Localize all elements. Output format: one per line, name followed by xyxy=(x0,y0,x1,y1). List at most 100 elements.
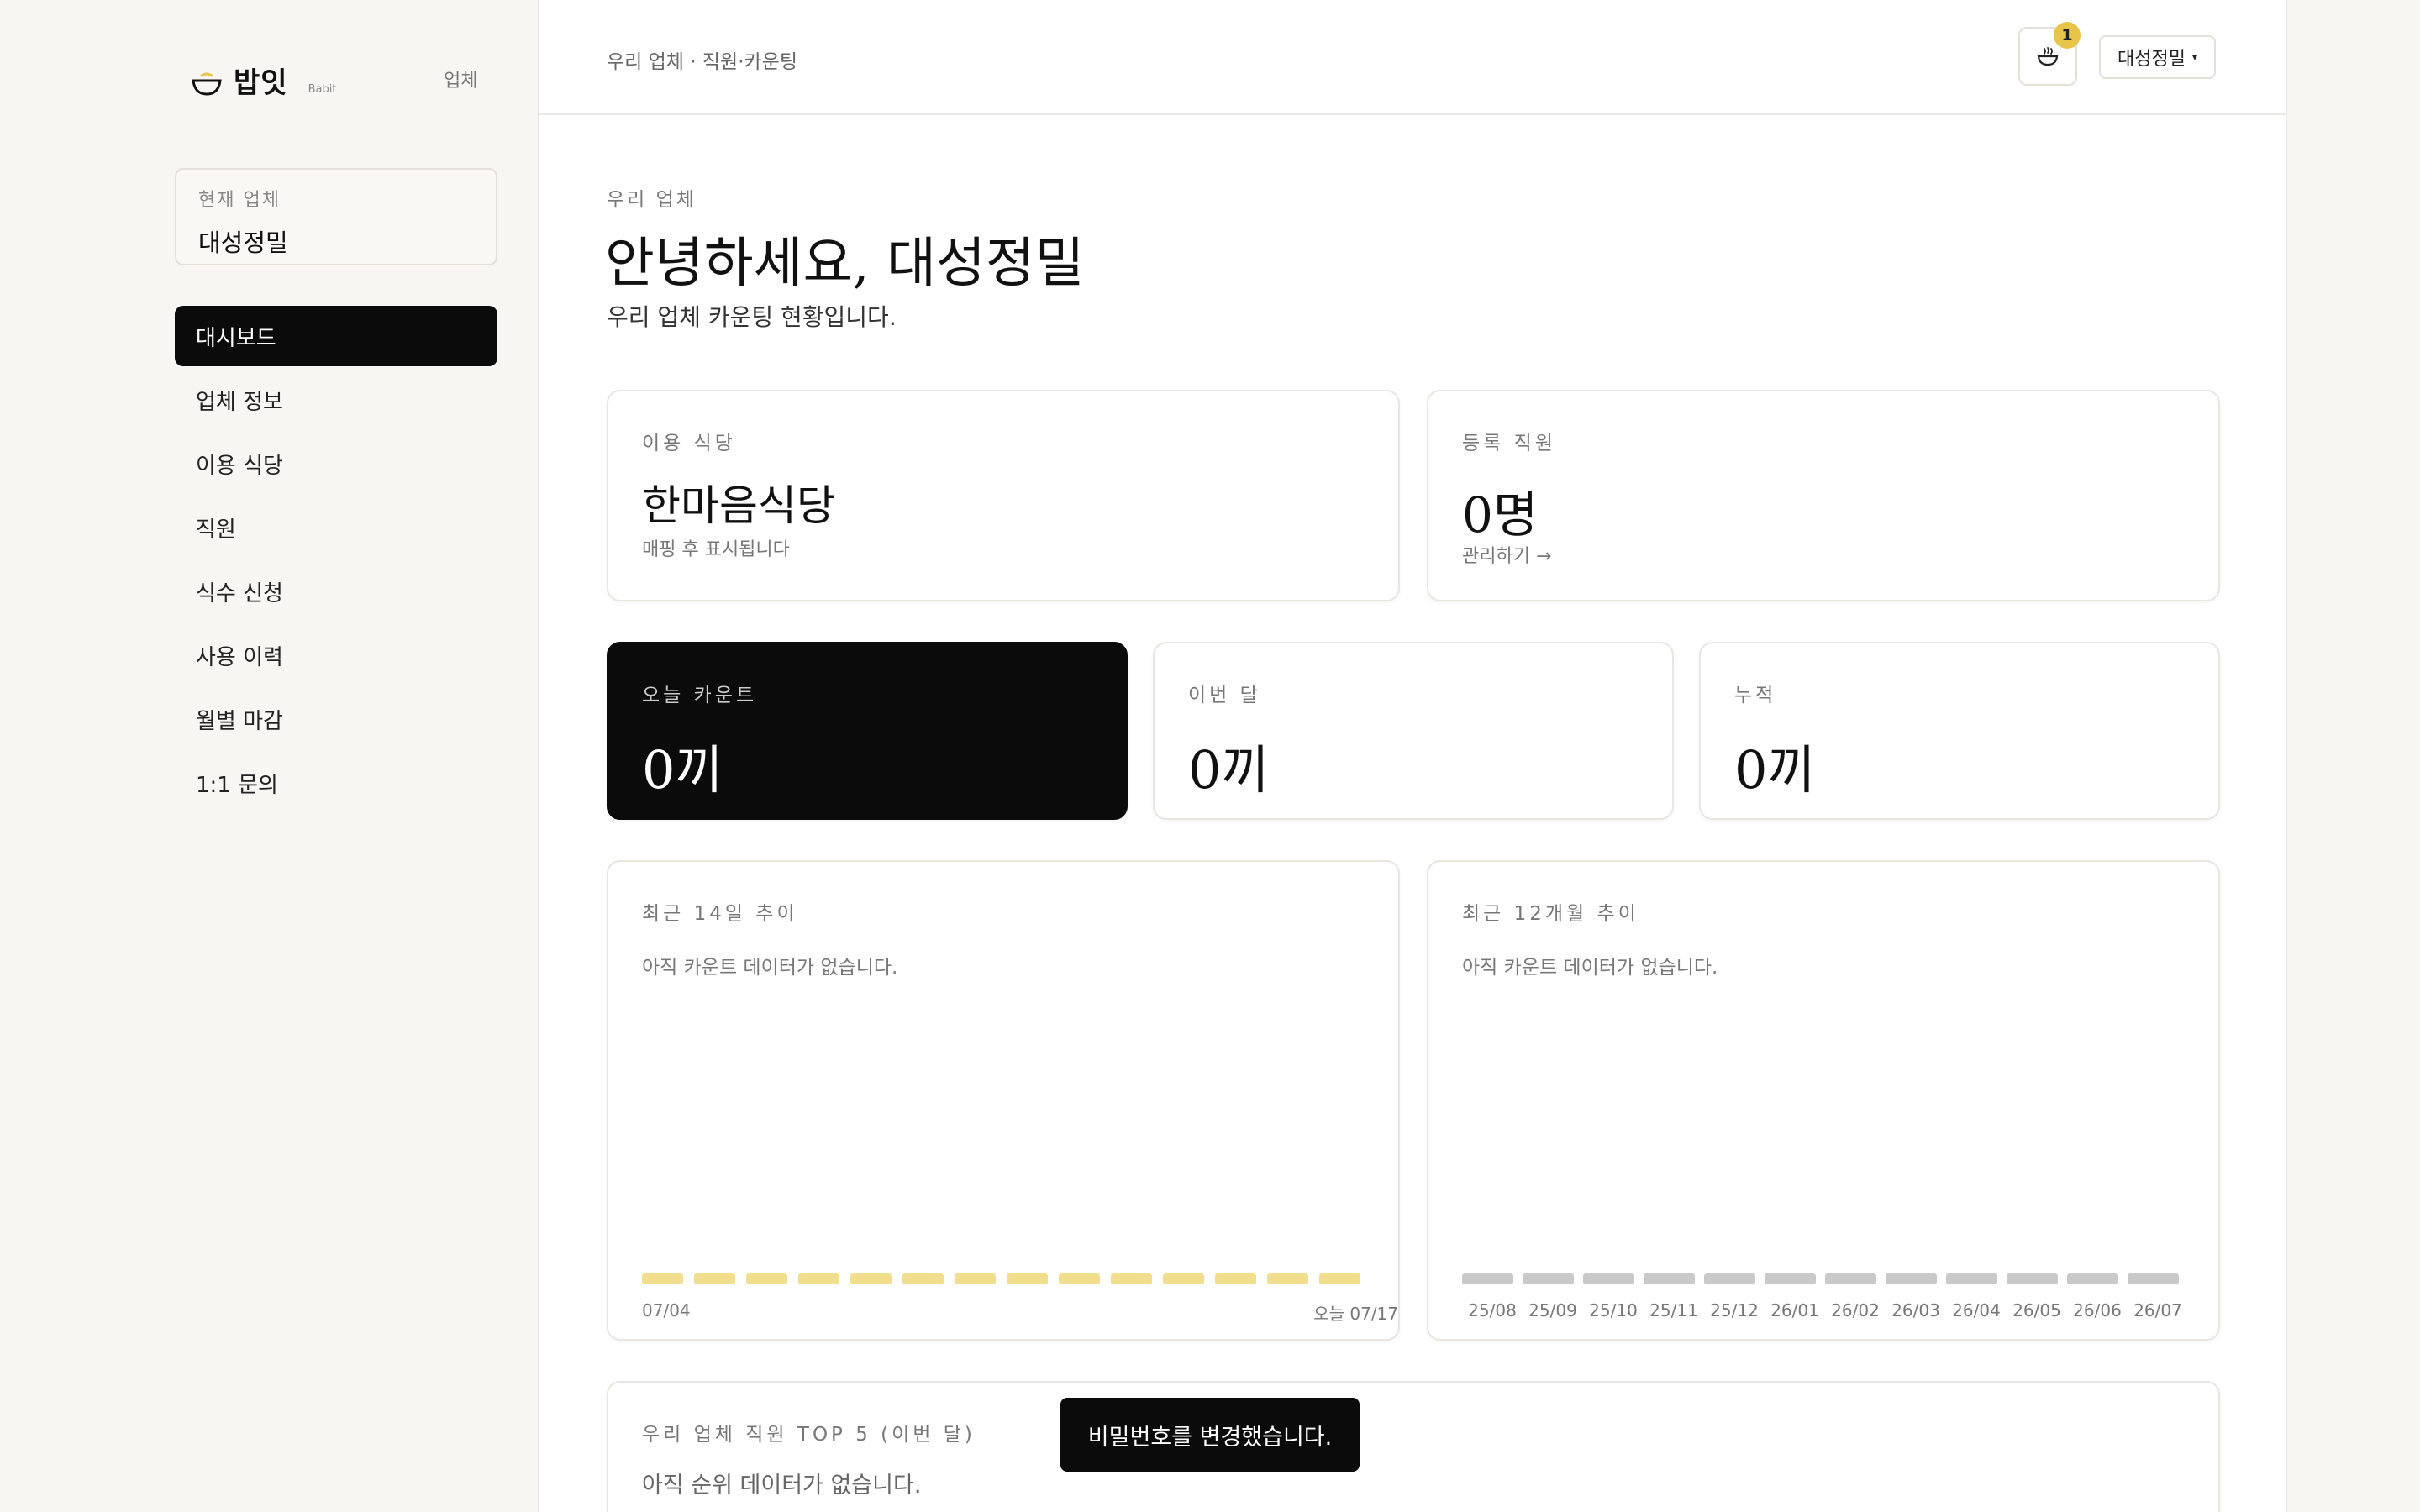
ranking-empty: 아직 순위 데이터가 없습니다. xyxy=(642,1473,922,1499)
sidebar-item-dashboard[interactable]: 대시보드 xyxy=(175,306,497,366)
ranking-title: 우리 업체 직원 TOP 5 (이번 달) xyxy=(642,1424,976,1446)
restaurant-card: 이용 식당 한마음식당 매핑 후 표시됩니다 xyxy=(607,390,1400,601)
current-company-name: 대성정밀 xyxy=(198,228,288,257)
chart-12-months-card: 최근 12개월 추이 아직 카운트 데이터가 없습니다. 25/08 25/09 2… xyxy=(1427,860,2220,1341)
current-company-label: 현재 업체 xyxy=(198,190,281,211)
today-count-card: 오늘 카운트 0끼 xyxy=(607,642,1128,820)
restaurant-card-label: 이용 식당 xyxy=(642,433,736,454)
chart-14-days-bar-07-14 xyxy=(1163,1273,1204,1284)
restaurant-card-value: 한마음식당 xyxy=(642,481,835,530)
chart-12-months-bar-25-08 xyxy=(1462,1273,1513,1284)
sidebar-item-inquiry[interactable]: 1:1 문의 xyxy=(175,753,497,813)
brand-subtitle: Babit xyxy=(308,83,337,96)
chart-14-days-axis: 07/04 오늘 07/17 xyxy=(642,1300,1398,1325)
chart-12-months-tick-26-04: 26/04 xyxy=(1952,1300,2001,1320)
chart-12-months-bar-26-01 xyxy=(1765,1273,1816,1284)
chart-14-days-bar-07-17 xyxy=(1319,1273,1360,1284)
manage-employees-link[interactable]: 관리하기 → xyxy=(1462,541,1551,568)
employees-card-value: 0명 xyxy=(1462,486,1539,543)
chart-12-months-tick-26-01: 26/01 xyxy=(1770,1300,1819,1320)
page-subtitle: 우리 업체 카운팅 현황입니다. xyxy=(607,303,897,331)
toast-message: 비밀번호를 변경했습니다. xyxy=(1060,1398,1360,1472)
notification-button[interactable]: 1 xyxy=(2018,22,2081,86)
chart-12-months-bar-25-12 xyxy=(1704,1273,1755,1284)
chart-12-months-bar-26-04 xyxy=(1946,1273,1997,1284)
chart-14-days-empty: 아직 카운트 데이터가 없습니다. xyxy=(642,957,898,979)
month-count-label: 이번 달 xyxy=(1188,685,1261,706)
total-count-value: 0끼 xyxy=(1734,739,1816,801)
chart-12-months-tick-25-11: 25/11 xyxy=(1649,1300,1698,1320)
account-dropdown[interactable]: 대성정밀 ▾ xyxy=(2099,35,2216,79)
chart-12-months-tick-26-05: 26/05 xyxy=(2012,1300,2061,1320)
chart-14-days-bar-07-04 xyxy=(642,1273,683,1284)
chart-12-months-tick-25-08: 25/08 xyxy=(1468,1300,1517,1320)
chart-12-months-empty: 아직 카운트 데이터가 없습니다. xyxy=(1462,957,1718,979)
notification-badge: 1 xyxy=(2054,22,2081,49)
chart-14-days-bar-07-06 xyxy=(746,1273,787,1284)
chart-12-months-bar-25-09 xyxy=(1523,1273,1574,1284)
chart-12-months-axis: 25/08 25/09 25/10 25/11 25/12 26/01 26/02 26/03… xyxy=(1462,1300,2188,1320)
chart-14-days-bar-07-13 xyxy=(1111,1273,1152,1284)
chart-14-days-bar-07-12 xyxy=(1059,1273,1100,1284)
topbar: 우리 업체 · 직원·카운팅 1 대성정밀 ▾ xyxy=(539,0,2286,115)
sidebar-nav: 대시보드 업체 정보 이용 식당 직원 식수 신청 사용 이력 월별 마감 1:… xyxy=(175,306,497,816)
chart-14-days-title: 최근 14일 추이 xyxy=(642,903,798,925)
chart-14-days-bar-07-16 xyxy=(1267,1273,1308,1284)
chart-14-days-bar-07-08 xyxy=(850,1273,892,1284)
restaurant-card-note: 매핑 후 표시됩니다 xyxy=(642,539,790,560)
rice-bowl-icon xyxy=(192,72,222,96)
total-count-label: 누적 xyxy=(1734,685,1777,706)
brand-name: 밥잇 xyxy=(234,66,288,100)
chart-12-months-bar-26-02 xyxy=(1825,1273,1876,1284)
chart-14-days-bar-07-05 xyxy=(694,1273,735,1284)
account-name: 대성정밀 xyxy=(2118,49,2186,70)
breadcrumb: 우리 업체 · 직원·카운팅 xyxy=(607,51,797,73)
chart-14-days-bar-07-07 xyxy=(798,1273,839,1284)
chart-12-months-tick-26-06: 26/06 xyxy=(2073,1300,2122,1320)
brand-logo[interactable]: 밥잇 Babit xyxy=(190,59,336,101)
chart-12-months-tick-26-07: 26/07 xyxy=(2133,1300,2182,1320)
ranking-card: 우리 업체 직원 TOP 5 (이번 달) 아직 순위 데이터가 없습니다. xyxy=(607,1381,2220,1512)
chart-14-days-bar-07-10 xyxy=(955,1273,996,1284)
sidebar-item-meal-request[interactable]: 식수 신청 xyxy=(175,561,497,622)
sidebar-item-employees[interactable]: 직원 xyxy=(175,497,497,558)
employees-card: 등록 직원 0명 관리하기 → xyxy=(1427,390,2220,601)
sidebar-item-restaurants[interactable]: 이용 식당 xyxy=(175,433,497,494)
right-gutter xyxy=(2286,0,2420,1512)
chart-14-days-start-label: 07/04 xyxy=(642,1300,691,1320)
chart-12-months-bar-26-05 xyxy=(2007,1273,2058,1284)
current-company-box: 현재 업체 대성정밀 xyxy=(175,168,497,265)
today-count-value: 0끼 xyxy=(642,739,723,801)
employees-card-label: 등록 직원 xyxy=(1462,433,1556,454)
page-title: 안녕하세요, 대성정밀 xyxy=(605,233,1085,295)
chart-14-days-bars xyxy=(642,1273,1360,1284)
sidebar-item-usage-history[interactable]: 사용 이력 xyxy=(175,625,497,685)
sidebar-item-company-info[interactable]: 업체 정보 xyxy=(175,370,497,430)
month-count-card: 이번 달 0끼 xyxy=(1153,642,1674,820)
chart-12-months-bars xyxy=(1462,1273,2179,1284)
sidebar-item-monthly-closing[interactable]: 월별 마감 xyxy=(175,689,497,749)
chart-12-months-bar-25-10 xyxy=(1583,1273,1634,1284)
chart-14-days-bar-07-11 xyxy=(1007,1273,1048,1284)
chart-12-months-tick-25-09: 25/09 xyxy=(1528,1300,1577,1320)
chart-12-months-tick-25-12: 25/12 xyxy=(1710,1300,1759,1320)
chevron-down-icon: ▾ xyxy=(2191,51,2197,63)
role-label: 업체 xyxy=(444,71,478,92)
chart-12-months-tick-26-02: 26/02 xyxy=(1831,1300,1880,1320)
chart-12-months-tick-25-10: 25/10 xyxy=(1589,1300,1638,1320)
chart-12-months-bar-26-03 xyxy=(1886,1273,1937,1284)
chart-12-months-title: 최근 12개월 추이 xyxy=(1462,903,1639,925)
today-count-label: 오늘 카운트 xyxy=(642,685,758,706)
chart-14-days-card: 최근 14일 추이 아직 카운트 데이터가 없습니다. 07/04 오늘 07/… xyxy=(607,860,1400,1341)
main-content: 우리 업체 · 직원·카운팅 1 대성정밀 ▾ 우리 업체 안녕하세요, 대성정… xyxy=(539,0,2286,1512)
chart-14-days-bar-07-09 xyxy=(902,1273,944,1284)
chart-12-months-bar-26-06 xyxy=(2067,1273,2118,1284)
month-count-value: 0끼 xyxy=(1188,739,1270,801)
chart-14-days-end-label: 오늘 07/17 xyxy=(1313,1304,1398,1324)
sidebar: 밥잇 Babit 업체 현재 업체 대성정밀 대시보드 업체 정보 이용 식당 … xyxy=(0,0,539,1512)
total-count-card: 누적 0끼 xyxy=(1699,642,2220,820)
chart-12-months-bar-25-11 xyxy=(1644,1273,1695,1284)
chart-12-months-tick-26-03: 26/03 xyxy=(1891,1300,1940,1320)
bowl-icon xyxy=(2037,47,2059,66)
page-eyebrow: 우리 업체 xyxy=(607,189,697,211)
